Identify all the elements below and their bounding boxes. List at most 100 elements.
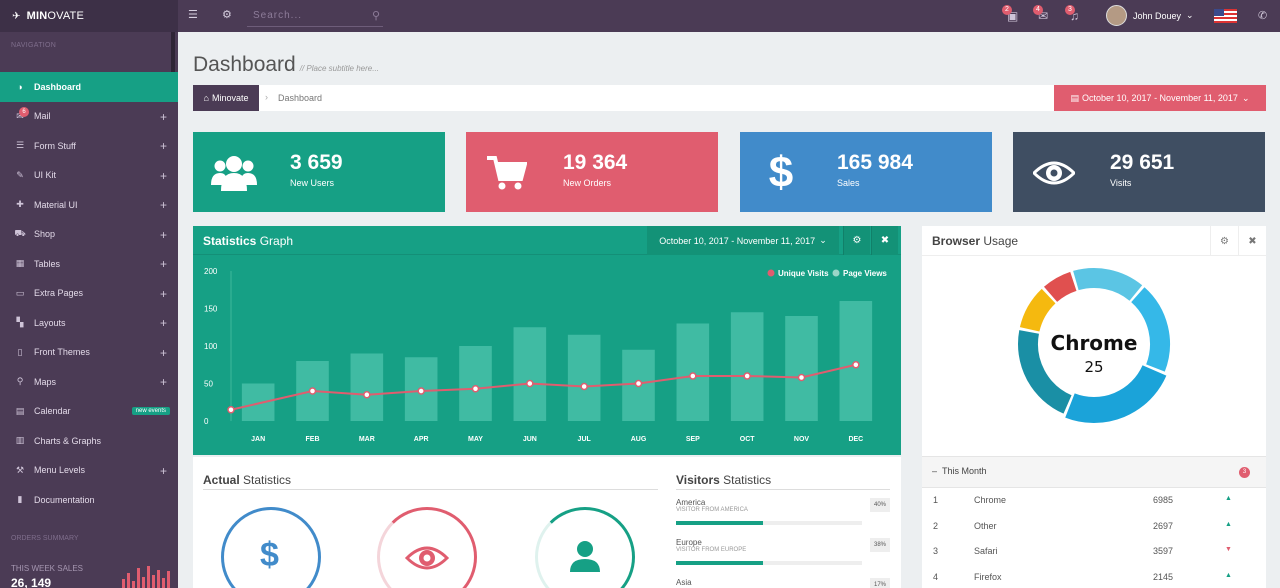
expand-plus-icon[interactable]: +: [160, 464, 167, 478]
sidebar-item-material-ui[interactable]: ✚ Material UI +: [0, 190, 178, 220]
expand-plus-icon[interactable]: +: [160, 316, 167, 330]
language-flag-icon[interactable]: [1214, 9, 1237, 23]
sidebar-item-shop[interactable]: ⛟ Shop +: [0, 220, 178, 250]
x-tick-label: SEP: [686, 436, 700, 443]
calendar-icon: ▤: [15, 405, 25, 416]
legend-swatch-unique-visits: [767, 269, 775, 277]
donut-segment[interactable]: [1043, 271, 1077, 303]
expand-plus-icon[interactable]: +: [160, 287, 167, 301]
browser-name: Chrome: [974, 495, 1007, 505]
dollar-icon: $: [260, 536, 279, 574]
x-tick-label: MAR: [359, 436, 375, 443]
sidebar-item-charts-graphs[interactable]: ▥ Charts & Graphs: [0, 426, 178, 456]
expand-plus-icon[interactable]: +: [160, 257, 167, 271]
date-range-picker[interactable]: ▤ October 10, 2017 - November 11, 2017 ⌄: [1054, 85, 1266, 111]
settings-icon[interactable]: ⚙: [222, 8, 232, 21]
trend-up-icon: ▲: [1225, 571, 1232, 579]
mail-count-badge: 6: [19, 106, 29, 117]
unique-visits-point: [797, 373, 806, 382]
search-input[interactable]: Search... ⚲: [247, 5, 383, 27]
legend-label-unique-visits: Unique Visits: [778, 269, 829, 278]
sidebar-item-ui-kit[interactable]: ✎ UI Kit +: [0, 161, 178, 191]
y-tick-label: 150: [204, 305, 218, 314]
donut-segment[interactable]: [1065, 364, 1167, 423]
sidebar-item-documentation[interactable]: ▮ Documentation: [0, 485, 178, 515]
browser-value: 3597: [1153, 546, 1174, 556]
expand-plus-icon[interactable]: +: [160, 346, 167, 360]
sidebar-item-calendar[interactable]: ▤ Calendar new events: [0, 397, 178, 427]
menu-toggle-icon[interactable]: ☰: [188, 8, 198, 21]
sidebar-item-menu-levels[interactable]: ⚒ Menu Levels +: [0, 456, 178, 486]
breadcrumb-current[interactable]: Dashboard: [278, 93, 322, 103]
sidebar-item-dashboard[interactable]: ◑ Dashboard: [0, 72, 178, 102]
sparkline-bar: [127, 573, 130, 588]
orders-summary-title: ORDERS SUMMARY: [11, 535, 79, 542]
expand-plus-icon[interactable]: +: [160, 110, 167, 124]
x-tick-label: JUL: [578, 436, 592, 443]
sparkline-bar: [147, 566, 150, 588]
expand-plus-icon[interactable]: +: [160, 198, 167, 212]
sidebar-item-label: Charts & Graphs: [34, 435, 102, 446]
sidebar-item-label: Mail: [34, 111, 51, 122]
sidebar-item-mail[interactable]: ✉Mail6+: [0, 102, 178, 132]
this-month-toggle[interactable]: – This Month 3: [922, 456, 1266, 488]
users-icon: [211, 150, 257, 196]
sidebar-item-layouts[interactable]: ▚ Layouts +: [0, 308, 178, 338]
x-tick-label: DEC: [848, 436, 863, 443]
donut-segment[interactable]: [1073, 268, 1143, 301]
chat-icon[interactable]: ✆: [1258, 9, 1267, 22]
sidebar-item-extra-pages[interactable]: ▭ Extra Pages +: [0, 279, 178, 309]
brand-logo[interactable]: ✈ MIN OVATE: [0, 0, 178, 32]
sidebar-item-label: UI Kit: [34, 170, 57, 181]
visitor-region: America: [676, 498, 706, 507]
messages-icon[interactable]: ✉ 4: [1033, 5, 1048, 23]
brand-icon: ✈: [12, 10, 21, 22]
visitor-region-sub: VISITOR FROM EUROPE: [676, 547, 747, 553]
expand-plus-icon[interactable]: +: [160, 169, 167, 183]
unique-visits-point: [689, 372, 697, 380]
panel-close-button[interactable]: ✖: [1238, 226, 1266, 256]
unique-visits-point: [743, 372, 751, 380]
expand-plus-icon[interactable]: +: [160, 139, 167, 153]
browser-row: 4 Firefox 2145 ▲: [922, 565, 1266, 588]
unique-visits-point: [417, 387, 425, 395]
nav-section-title: NAVIGATION: [11, 42, 57, 49]
file-icon: ▯: [17, 346, 23, 357]
sidebar-item-label: Dashboard: [34, 81, 82, 92]
visitors-title-rest: Statistics: [719, 473, 772, 487]
panel-settings-button[interactable]: ⚙: [1210, 226, 1238, 256]
sidebar-item-tables[interactable]: ▦ Tables +: [0, 249, 178, 279]
sidebar-item-maps[interactable]: ⚲ Maps +: [0, 367, 178, 397]
tile-value: 3 659: [290, 151, 343, 174]
table-icon: ▦: [15, 258, 25, 269]
list-icon: ☰: [15, 140, 25, 151]
sidebar-item-label: Material UI: [34, 199, 78, 210]
search-icon[interactable]: ⚲: [372, 9, 381, 22]
chevron-down-icon: ⌄: [1186, 10, 1194, 20]
bell-icon[interactable]: ♫ 3: [1065, 5, 1079, 23]
page-title-text: Dashboard: [193, 53, 296, 76]
panel-settings-button[interactable]: ⚙: [843, 226, 870, 255]
messages-badge: 4: [1033, 5, 1043, 15]
sidebar-item-form-stuff[interactable]: ☰ Form Stuff +: [0, 131, 178, 161]
sparkline-bar: [142, 577, 145, 588]
chevron-down-icon: ⌄: [819, 235, 827, 245]
date-range-label: October 10, 2017 - November 11, 2017: [1082, 93, 1238, 103]
sparkline-bar: [132, 581, 135, 588]
expand-plus-icon[interactable]: +: [160, 375, 167, 389]
alerts-icon[interactable]: ▣ 2: [1002, 5, 1018, 23]
breadcrumb-home[interactable]: ⌂ Minovate: [193, 85, 259, 111]
expand-plus-icon[interactable]: +: [160, 228, 167, 242]
page-views-bar: [785, 316, 818, 421]
page-views-bar: [730, 312, 764, 421]
sidebar-item-label: Documentation: [34, 494, 95, 505]
graph-date-range-picker[interactable]: October 10, 2017 - November 11, 2017 ⌄: [647, 226, 839, 255]
donut-segment[interactable]: [1019, 288, 1056, 332]
sidebar-item-label: Extra Pages: [34, 288, 84, 299]
x-tick-label: AUG: [631, 436, 647, 443]
user-menu[interactable]: John Douey ⌄: [1106, 5, 1194, 26]
panel-close-button[interactable]: ✖: [871, 226, 898, 255]
sidebar-item-front-themes[interactable]: ▯ Front Themes +: [0, 338, 178, 368]
this-week-sales-label: THIS WEEK SALES: [11, 564, 84, 573]
actual-statistics-panel: Actual Statistics $ Visitors Statistics …: [193, 457, 901, 588]
